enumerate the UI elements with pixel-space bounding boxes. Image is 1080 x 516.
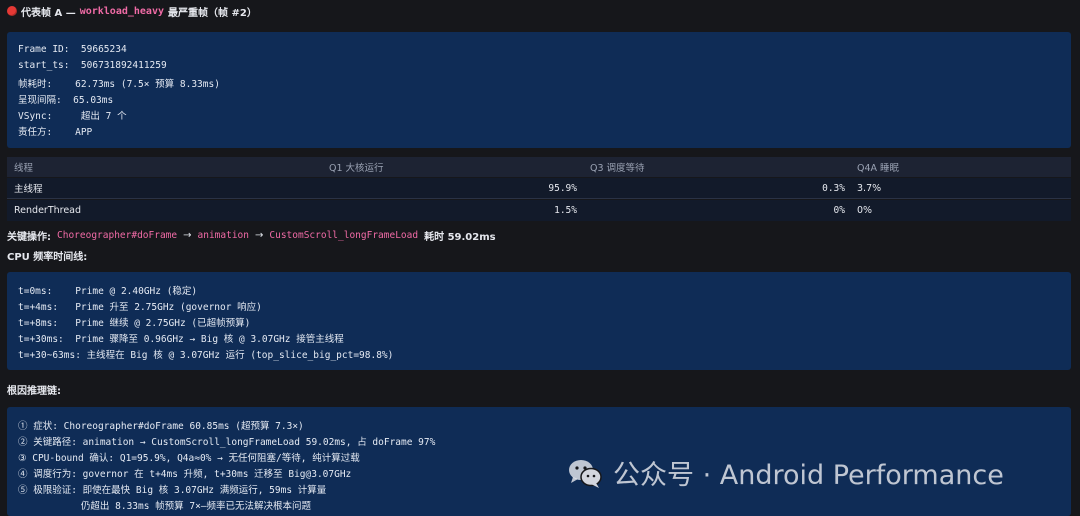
- owner-line: 责任方: APP: [18, 127, 93, 138]
- q3-value: 0.3%: [822, 182, 845, 194]
- table-header-row: 线程 Q1 大核运行 Q3 调度等待 Q4A 睡眠: [7, 157, 1071, 177]
- reason-line: ③ CPU-bound 确认: Q1=95.9%, Q4a≈0% → 无任何阻塞…: [18, 453, 360, 464]
- table-row: 主线程 95.9% 0.3% 3.7%: [7, 178, 1071, 199]
- op-duration: 耗时 59.02ms: [424, 231, 496, 243]
- timeline-line: t=+30~63ms: 主线程在 Big 核 @ 3.07GHz 运行 (top…: [18, 350, 394, 361]
- q1-value: 95.9%: [548, 182, 577, 194]
- watermark: 公众号 · Android Performance: [567, 453, 1004, 492]
- reason-line: ④ 调度行为: governor 在 t+4ms 升频, t+30ms 迁移至 …: [18, 469, 352, 480]
- vsync-line: VSync: 超出 7 个: [18, 111, 127, 122]
- timeline-line: t=+8ms: Prime 继续 @ 2.75GHz (已超帧预算): [18, 318, 251, 329]
- present-interval-line: 呈现间隔: 65.03ms: [18, 95, 114, 106]
- timeline-line: t=0ms: Prime @ 2.40GHz (稳定): [18, 286, 198, 297]
- key-operation-label: 关键操作:: [7, 231, 51, 243]
- reason-line: ② 关键路径: animation → CustomScroll_longFra…: [18, 437, 436, 448]
- timeline-line: t=+30ms: Prime 骤降至 0.96GHz → Big 核 @ 3.0…: [18, 334, 344, 345]
- table-row: RenderThread 1.5% 0% 0%: [7, 200, 1071, 221]
- cpu-timeline-panel: t=0ms: Prime @ 2.40GHz (稳定) t=+4ms: Prim…: [7, 272, 1071, 370]
- watermark-text: 公众号 · Android Performance: [613, 460, 1004, 491]
- timeline-line: t=+4ms: Prime 升至 2.75GHz (governor 响应): [18, 302, 262, 313]
- q1-value: 1.5%: [554, 205, 577, 216]
- op-step-2: animation: [197, 229, 249, 241]
- cpu-timeline-label: CPU 频率时间线:: [7, 252, 88, 263]
- title-suffix: 最严重帧（帧 #2）: [168, 7, 257, 19]
- op-step-1: Choreographer#doFrame: [57, 229, 178, 241]
- q4a-value: 0%: [857, 205, 873, 216]
- frame-id-line: Frame ID: 59665234: [18, 44, 127, 55]
- wechat-icon: [569, 459, 602, 488]
- frame-duration-line: 帧耗时: 62.73ms (7.5× 预算 8.33ms): [18, 79, 220, 90]
- reason-line: ⑤ 极限验证: 即使在最快 Big 核 3.07GHz 满频运行, 59ms 计…: [18, 485, 327, 496]
- header-q4a: Q4A 睡眠: [857, 163, 900, 174]
- frame-info-panel: Frame ID: 59665234 start_ts: 50673189241…: [7, 32, 1071, 148]
- header-q3: Q3 调度等待: [590, 163, 645, 174]
- reason-line: 仍超出 8.33ms 帧预算 7×—频率已无法解决根本问题: [18, 501, 312, 512]
- workload-name: workload_heavy: [79, 5, 164, 17]
- thread-name: 主线程: [14, 184, 43, 195]
- arrow-right-icon: →: [254, 229, 264, 241]
- section-title: 代表帧 A — workload_heavy 最严重帧（帧 #2）: [7, 4, 257, 19]
- header-q1: Q1 大核运行: [329, 163, 384, 174]
- q4a-value: 3.7%: [857, 182, 882, 194]
- op-step-3: CustomScroll_longFrameLoad: [269, 229, 419, 241]
- start-ts-line: start_ts: 506731892411259: [18, 60, 167, 71]
- title-prefix: 代表帧 A —: [21, 7, 76, 19]
- thread-name: RenderThread: [14, 205, 82, 216]
- q3-value: 0%: [833, 205, 845, 216]
- arrow-right-icon: →: [183, 229, 192, 241]
- red-circle-icon: [7, 6, 17, 16]
- reason-line: ① 症状: Choreographer#doFrame 60.85ms (超预算…: [18, 421, 304, 432]
- key-operation-line: 关键操作: Choreographer#doFrame → animation …: [7, 228, 496, 243]
- root-cause-label: 根因推理链:: [7, 386, 61, 397]
- header-thread: 线程: [14, 163, 34, 174]
